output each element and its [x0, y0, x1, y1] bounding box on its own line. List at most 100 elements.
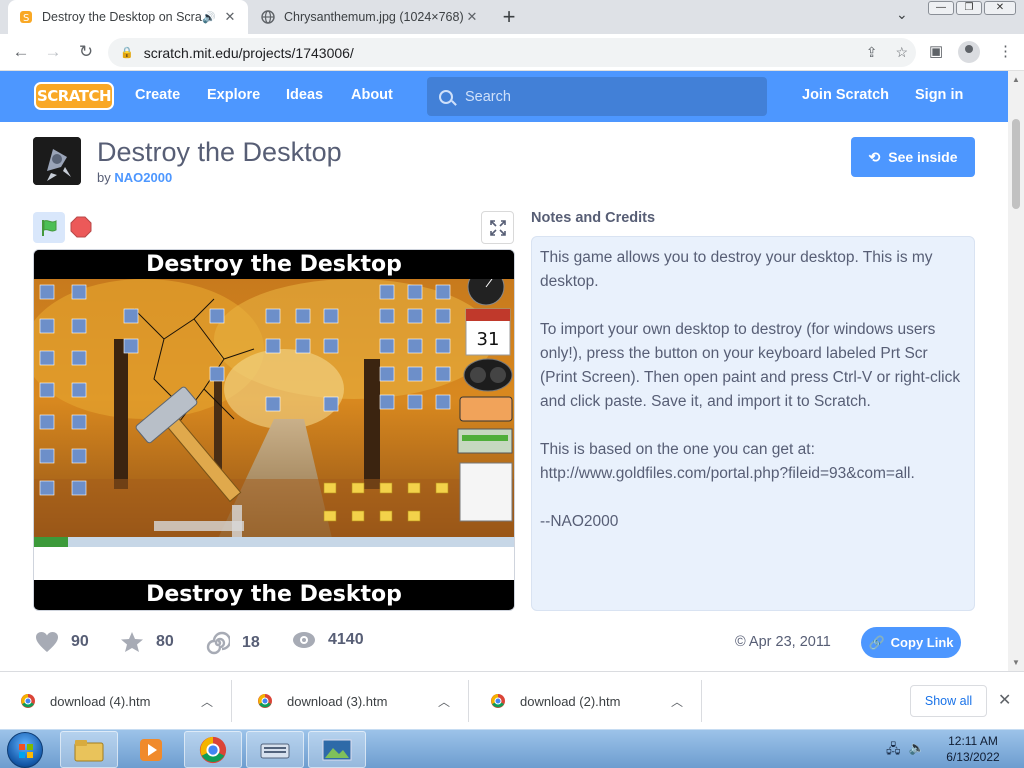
download-item[interactable]: download (3).htm ︿	[237, 680, 469, 722]
heart-icon	[36, 632, 58, 652]
favorite-stat[interactable]: 80	[120, 631, 174, 653]
see-inside-label: See inside	[888, 149, 958, 165]
copy-link-button[interactable]: 🔗 Copy Link	[861, 627, 961, 658]
tab-close-icon[interactable]: ✕	[464, 9, 480, 25]
browser-menu-icon[interactable]: ⋮	[998, 42, 1013, 60]
browser-tab-strip: S Destroy the Desktop on Scratch 🔊 ✕ Chr…	[0, 0, 1024, 34]
gadget-sidebar: 31	[457, 279, 513, 522]
taskbar-media-player[interactable]	[122, 731, 180, 768]
by-label: by	[97, 170, 111, 185]
chevron-up-icon[interactable]: ︿	[432, 693, 456, 710]
love-stat[interactable]: 90	[35, 631, 89, 653]
stage-blank-strip	[34, 547, 514, 580]
tab-scratch-project[interactable]: S Destroy the Desktop on Scratch 🔊 ✕	[8, 0, 248, 34]
volume-icon[interactable]: 🔈	[909, 740, 925, 762]
stop-button[interactable]	[70, 216, 92, 238]
stage-desktop-image[interactable]: 31	[34, 279, 514, 547]
see-inside-icon: ⟲	[868, 148, 881, 165]
chrome-icon	[199, 736, 227, 763]
favorite-count: 80	[156, 633, 174, 650]
minimize-button[interactable]: —	[928, 1, 954, 15]
see-inside-button[interactable]: ⟲ See inside	[851, 137, 975, 177]
network-icon[interactable]: 🖧	[886, 740, 901, 762]
taskbar-keyboard-app[interactable]	[246, 731, 304, 768]
notes-paragraph: This is based on the one you can get at:…	[540, 441, 915, 482]
download-filename: download (4).htm	[50, 693, 151, 709]
scroll-down-arrow-icon[interactable]: ▼	[1012, 658, 1020, 667]
nav-create[interactable]: Create	[135, 87, 180, 103]
profile-avatar-icon[interactable]	[958, 41, 980, 63]
join-scratch-link[interactable]: Join Scratch	[802, 87, 889, 103]
star-icon	[121, 632, 143, 652]
lock-icon[interactable]: 🔒	[120, 46, 134, 59]
scroll-up-arrow-icon[interactable]: ▲	[1012, 75, 1020, 84]
taskbar-chrome[interactable]	[184, 731, 242, 768]
share-icon[interactable]: ⇪	[866, 44, 878, 61]
chevron-up-icon[interactable]: ︿	[195, 693, 219, 710]
windows-taskbar: 🖧 🔈 12:11 AM 6/13/2022	[0, 729, 1024, 768]
svg-text:S: S	[23, 13, 29, 24]
start-button[interactable]	[7, 732, 43, 768]
tab-close-icon[interactable]: ✕	[222, 9, 238, 25]
green-flag-button[interactable]	[33, 212, 65, 243]
scratch-favicon-icon: S	[18, 9, 34, 25]
side-panel-icon[interactable]: ▣	[929, 42, 943, 60]
bookmark-star-icon[interactable]: ☆	[895, 44, 908, 61]
nav-about[interactable]: About	[351, 87, 393, 103]
tab-search-chevron-icon[interactable]: ⌄	[896, 6, 908, 23]
view-stat: 4140	[292, 631, 364, 649]
shared-date: © Apr 23, 2011	[735, 634, 831, 650]
address-bar[interactable]: 🔒 scratch.mit.edu/projects/1743006/ ⇪ ☆	[108, 38, 916, 67]
fullscreen-icon	[489, 219, 506, 236]
nav-ideas[interactable]: Ideas	[286, 87, 323, 103]
notes-paragraph: To import your own desktop to destroy (f…	[540, 321, 961, 410]
close-download-shelf-icon[interactable]: ✕	[998, 690, 1011, 710]
notes-paragraph: This game allows you to destroy your des…	[540, 249, 933, 290]
project-title: Destroy the Desktop	[97, 137, 342, 167]
remix-count: 18	[242, 634, 260, 651]
project-thumbnail[interactable]	[33, 137, 81, 185]
address-url: scratch.mit.edu/projects/1743006/	[143, 44, 354, 61]
notes-and-credits[interactable]: This game allows you to destroy your des…	[531, 236, 975, 611]
tab-chrysanthemum[interactable]: Chrysanthemum.jpg (1024×768) ✕	[250, 0, 490, 34]
restore-button[interactable]: ❐	[956, 1, 982, 15]
close-window-button[interactable]: ✕	[984, 1, 1016, 15]
scrollbar-thumb[interactable]	[1012, 119, 1020, 209]
green-flag-icon	[42, 219, 57, 236]
stage-title-top: Destroy the Desktop	[34, 250, 514, 279]
author-link[interactable]: NAO2000	[114, 170, 172, 185]
taskbar-clock[interactable]: 12:11 AM 6/13/2022	[940, 733, 1006, 765]
fullscreen-button[interactable]	[481, 211, 514, 244]
search-input[interactable]: Search	[427, 77, 767, 116]
speaker-icon[interactable]: 🔊	[202, 11, 216, 24]
system-tray: 🖧 🔈	[886, 740, 925, 762]
download-item[interactable]: download (4).htm ︿	[0, 680, 232, 722]
love-count: 90	[71, 633, 89, 650]
taskbar-explorer[interactable]	[60, 731, 118, 768]
download-item[interactable]: download (2).htm ︿	[470, 680, 702, 722]
chrome-file-icon	[258, 694, 272, 708]
project-stage[interactable]: Destroy the Desktop 31 Destroy the Deskt…	[33, 249, 515, 611]
show-all-downloads-button[interactable]: Show all	[910, 685, 987, 717]
nav-explore[interactable]: Explore	[207, 87, 260, 103]
new-tab-button[interactable]: +	[498, 4, 520, 30]
stop-icon	[70, 216, 92, 238]
sign-in-link[interactable]: Sign in	[915, 87, 963, 103]
reload-icon[interactable]: ↻	[75, 42, 97, 62]
back-arrow-icon[interactable]: ←	[10, 42, 32, 62]
notes-paragraph: --NAO2000	[540, 513, 619, 530]
keyboard-icon	[260, 743, 290, 758]
stage-title-bottom: Destroy the Desktop	[34, 580, 514, 609]
photo-viewer-icon	[322, 739, 352, 760]
calendar-day: 31	[477, 329, 500, 350]
taskbar-photo-viewer[interactable]	[308, 731, 366, 768]
windows-logo-icon	[19, 744, 33, 758]
scratch-navbar: SCRATCH Create Explore Ideas About Searc…	[0, 71, 1008, 122]
tab-title: Destroy the Desktop on Scratch	[42, 10, 203, 24]
chevron-up-icon[interactable]: ︿	[665, 693, 689, 710]
page-scrollbar[interactable]: ▲ ▼	[1008, 71, 1024, 671]
view-count: 4140	[328, 631, 364, 648]
clock-time: 12:11 AM	[948, 734, 998, 748]
forward-arrow-icon[interactable]: →	[42, 42, 64, 62]
scratch-logo[interactable]: SCRATCH	[34, 82, 114, 110]
